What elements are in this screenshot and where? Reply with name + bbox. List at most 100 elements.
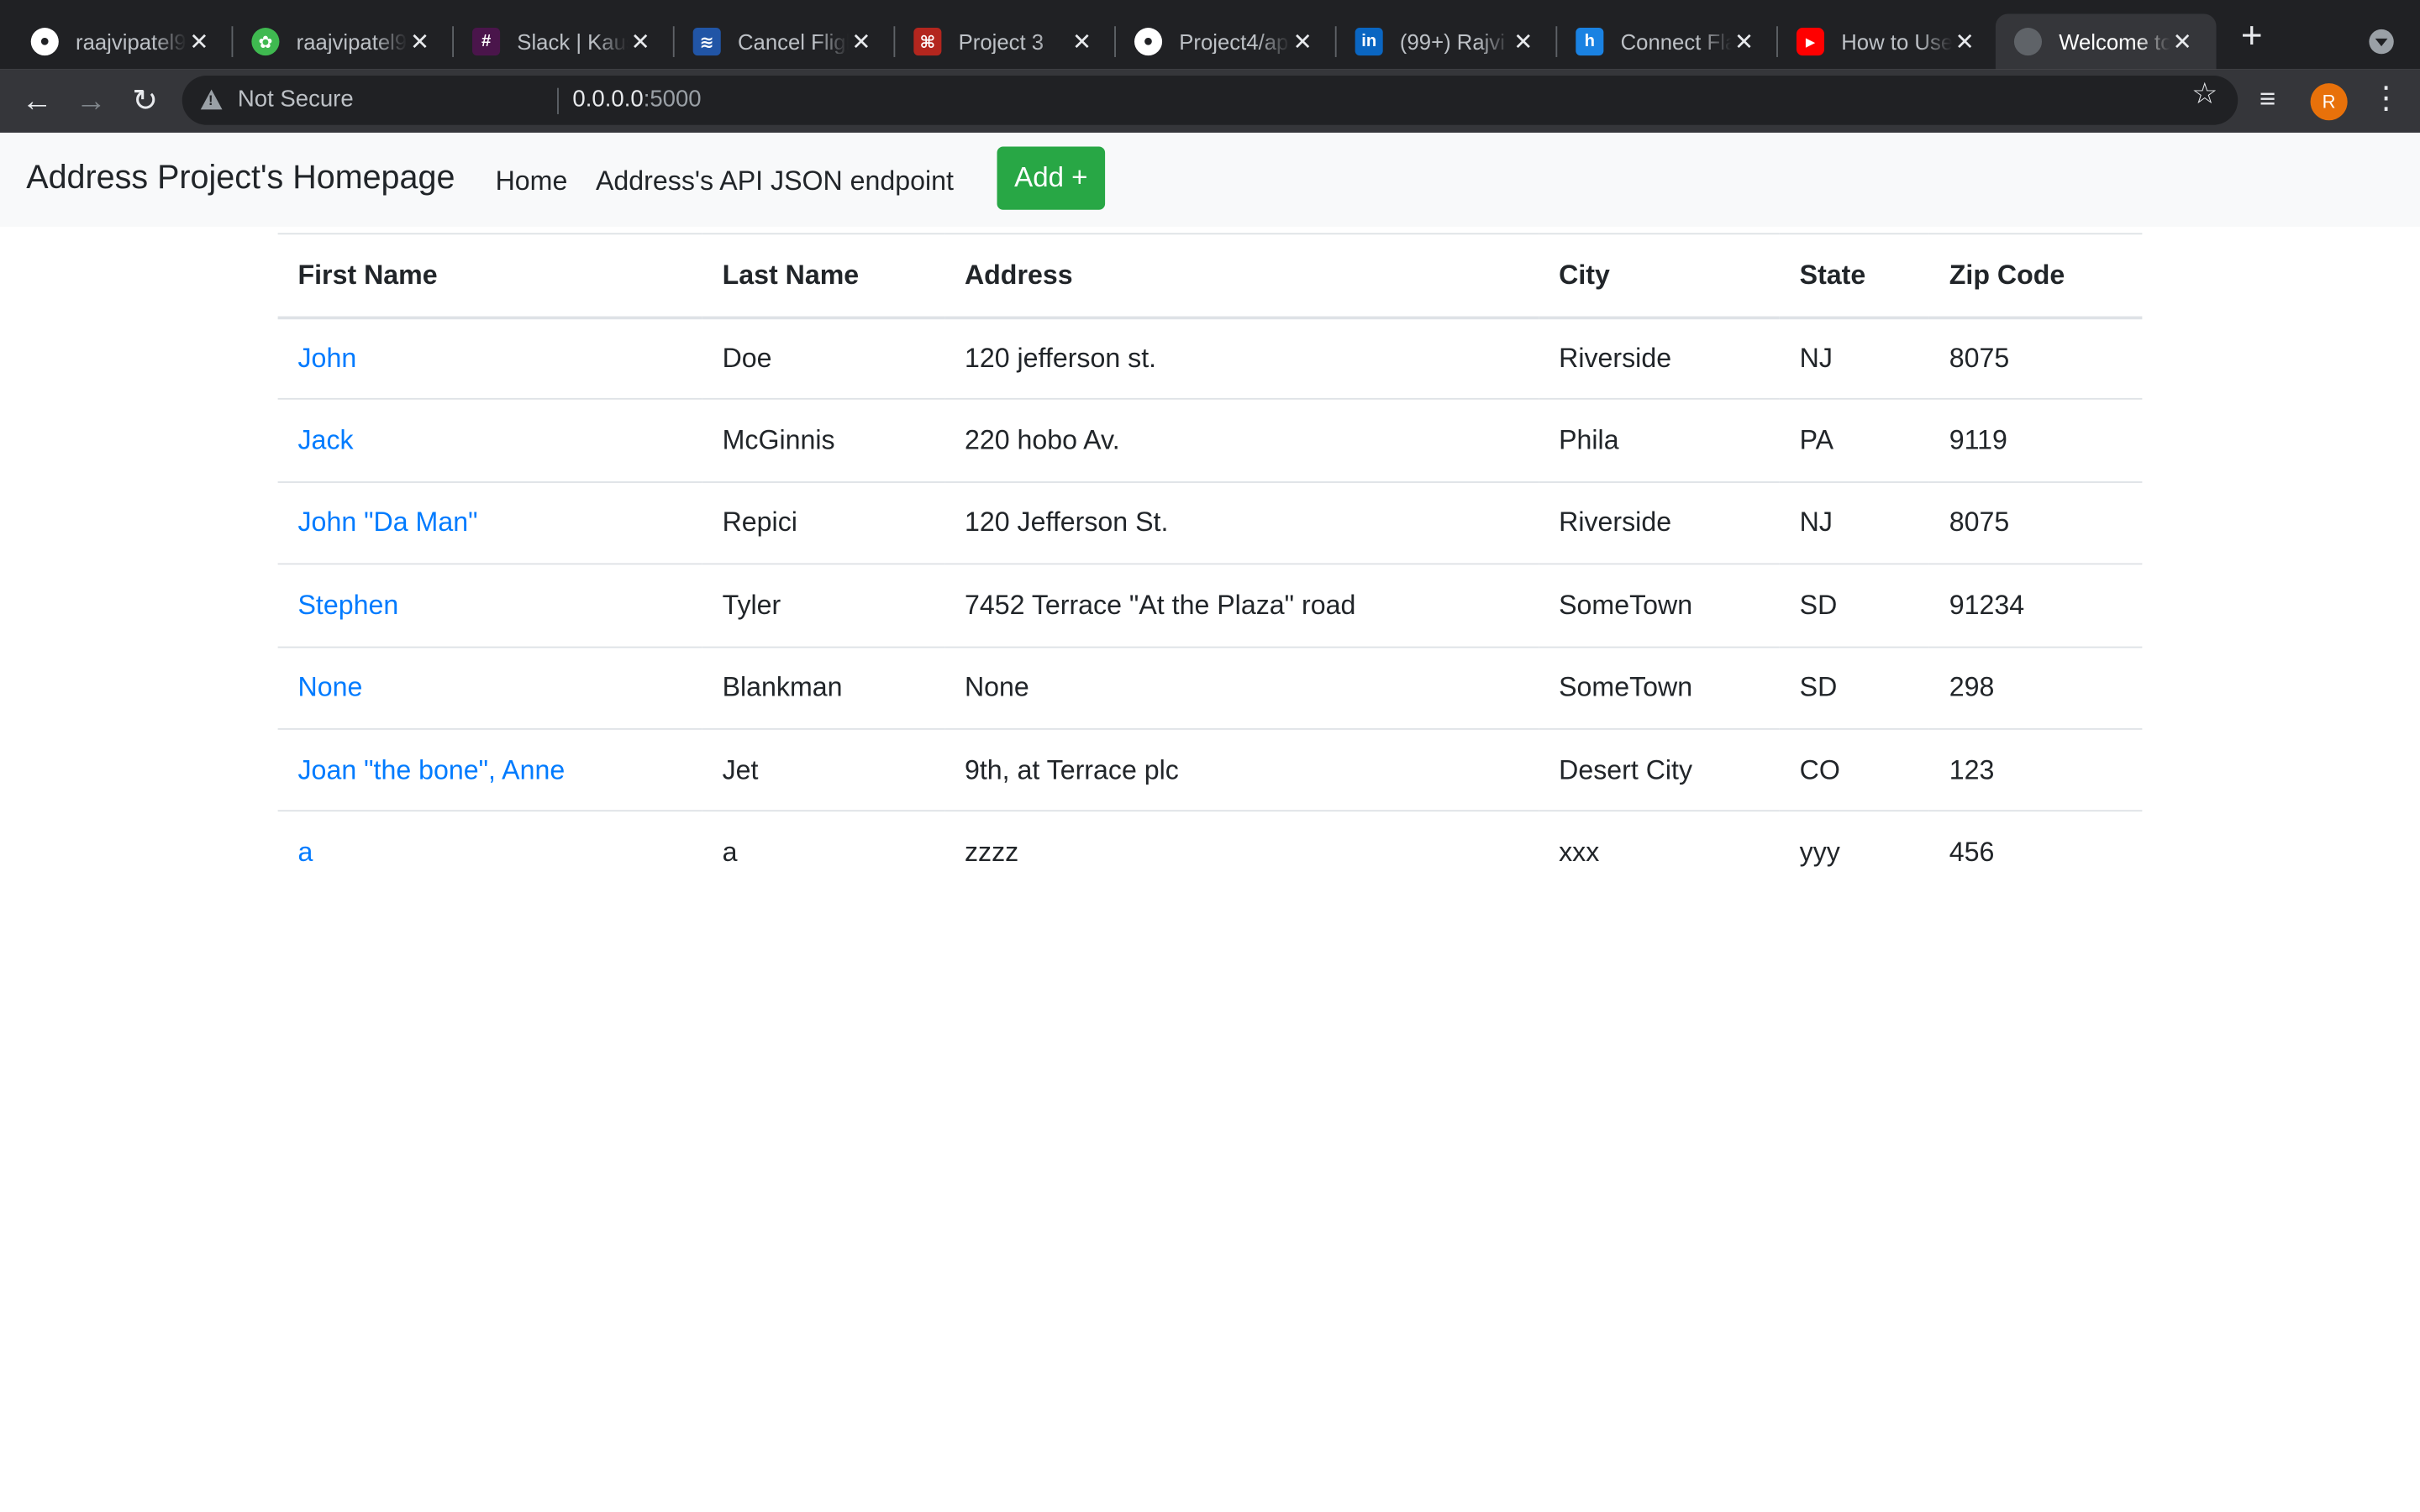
column-header: City: [1539, 233, 1780, 319]
tab-title: raajvipatel9: [296, 29, 408, 55]
browser-tab[interactable]: ● raajvipatel9 ✕: [13, 14, 234, 70]
state-cell: CO: [1779, 727, 1929, 811]
forward-arrow-icon[interactable]: →: [70, 81, 113, 123]
tab-title: Project4/ap: [1179, 29, 1289, 55]
table-header-row: First Name Last Name Address City State …: [277, 233, 2143, 319]
sourcetree-icon: ✿: [251, 28, 280, 56]
table-row: John "Da Man" Repici 120 Jefferson St. R…: [277, 480, 2143, 564]
table-row: None Blankman None SomeTown SD 298: [277, 645, 2143, 729]
url-host: 0.0.0.0: [572, 86, 644, 113]
table-row: a a zzzz xxx yyy 456: [277, 810, 2143, 894]
close-tab-icon[interactable]: ✕: [187, 28, 211, 55]
globe-icon: [2013, 28, 2042, 56]
browser-tab[interactable]: ≋ Cancel Fligh ✕: [675, 14, 896, 70]
column-header: First Name: [277, 233, 702, 319]
city-cell: Phila: [1539, 398, 1780, 482]
address-cell: None: [944, 645, 1539, 729]
slack-icon: #: [472, 28, 501, 56]
zip-code-cell: 123: [1928, 727, 2143, 811]
youtube-icon: ▶: [1796, 28, 1825, 56]
browser-tab[interactable]: ● Project4/ap ✕: [1116, 14, 1337, 70]
column-header: Last Name: [702, 233, 945, 319]
first-name-link[interactable]: Joan "the bone", Anne: [297, 754, 565, 785]
close-tab-icon[interactable]: ✕: [2170, 28, 2194, 55]
new-tab-icon[interactable]: +: [2233, 18, 2270, 55]
first-name-link[interactable]: a: [297, 837, 313, 868]
table-row: Stephen Tyler 7452 Terrace "At the Plaza…: [277, 563, 2143, 647]
first-name-link[interactable]: None: [297, 671, 362, 702]
linkedin-icon: in: [1355, 28, 1383, 56]
first-name-link[interactable]: Stephen: [297, 589, 398, 620]
first-name-cell: Stephen: [277, 563, 702, 647]
table-row: Jack McGinnis 220 hobo Av. Phila PA 9119: [277, 398, 2143, 482]
tab-title: (99+) Rajvi: [1399, 29, 1505, 55]
first-name-cell: Joan "the bone", Anne: [277, 727, 702, 811]
column-header: Zip Code: [1928, 233, 2143, 319]
browser-tab[interactable]: h Connect Fla ✕: [1557, 14, 1778, 70]
first-name-cell: None: [277, 645, 702, 729]
tab-title: raajvipatel9: [76, 29, 187, 55]
zip-code-cell: 91234: [1928, 563, 2143, 647]
close-tab-icon[interactable]: ✕: [629, 28, 653, 55]
tab-title: Welcome to: [2059, 29, 2170, 55]
city-cell: Desert City: [1539, 727, 1780, 811]
address-cell: 220 hobo Av.: [944, 398, 1539, 482]
nav-link-home[interactable]: Home: [496, 165, 568, 198]
address-cell: zzzz: [944, 810, 1539, 894]
state-cell: PA: [1779, 398, 1929, 482]
tab-title: How to Use: [1841, 29, 1953, 55]
tab-title: Project 3: [958, 29, 1044, 55]
close-tab-icon[interactable]: ✕: [1511, 28, 1535, 55]
browser-tab[interactable]: ▶ How to Use ✕: [1778, 14, 1999, 70]
last-name-cell: Blankman: [702, 645, 945, 729]
close-tab-icon[interactable]: ✕: [1732, 28, 1756, 55]
browser-tab[interactable]: ⌘ Project 3 ✕: [895, 14, 1116, 70]
reload-icon[interactable]: ↻: [124, 81, 166, 123]
address-bar-divider: [557, 87, 559, 114]
zip-code-cell: 9119: [1928, 398, 2143, 482]
heroku-icon: h: [1576, 28, 1604, 56]
address-cell: 7452 Terrace "At the Plaza" road: [944, 563, 1539, 647]
page: ● raajvipatel9 ✕ ✿ raajvipatel9 ✕ # Slac…: [0, 0, 2420, 1512]
state-cell: yyy: [1779, 810, 1929, 894]
browser-tab[interactable]: ✿ raajvipatel9 ✕: [233, 14, 454, 70]
media-control-icon[interactable]: ≡: [2260, 83, 2275, 116]
zip-code-cell: 298: [1928, 645, 2143, 729]
city-cell: SomeTown: [1539, 563, 1780, 647]
profile-avatar[interactable]: R: [2310, 83, 2348, 121]
close-tab-icon[interactable]: ✕: [1952, 28, 1976, 55]
address-table-container: First Name Last Name Address City State …: [277, 233, 2143, 894]
state-cell: SD: [1779, 563, 1929, 647]
table-row: Joan "the bone", Anne Jet 9th, at Terrac…: [277, 727, 2143, 811]
first-name-link[interactable]: John: [297, 343, 356, 374]
state-cell: NJ: [1779, 480, 1929, 564]
tab-search-icon[interactable]: [2369, 29, 2394, 55]
address-bar[interactable]: Not Secure 0.0.0.0:5000: [182, 76, 2238, 125]
browser-tab-strip: ● raajvipatel9 ✕ ✿ raajvipatel9 ✕ # Slac…: [0, 0, 2420, 70]
state-cell: SD: [1779, 645, 1929, 729]
browser-menu-icon[interactable]: ⋮: [2370, 81, 2402, 118]
city-cell: Riverside: [1539, 316, 1780, 400]
close-tab-icon[interactable]: ✕: [1291, 28, 1315, 55]
column-header: State: [1779, 233, 1929, 319]
back-arrow-icon[interactable]: ←: [15, 81, 58, 123]
city-cell: xxx: [1539, 810, 1780, 894]
bookmark-star-icon[interactable]: ☆: [2191, 77, 2217, 113]
browser-toolbar: ← → ↻ Not Secure 0.0.0.0:5000 ☆ ≡ R ⋮: [0, 69, 2420, 133]
browser-tab-active[interactable]: Welcome to ✕: [1995, 13, 2217, 70]
close-tab-icon[interactable]: ✕: [408, 28, 432, 55]
first-name-link[interactable]: John "Da Man": [297, 507, 477, 538]
close-tab-icon[interactable]: ✕: [849, 28, 873, 55]
navbar-brand[interactable]: Address Project's Homepage: [26, 159, 455, 197]
browser-tab[interactable]: # Slack | Kaus ✕: [454, 14, 675, 70]
city-cell: SomeTown: [1539, 645, 1780, 729]
add-button[interactable]: Add +: [997, 146, 1106, 210]
address-table: First Name Last Name Address City State …: [277, 233, 2143, 894]
last-name-cell: McGinnis: [702, 398, 945, 482]
nav-link-api-endpoint[interactable]: Address's API JSON endpoint: [596, 165, 954, 198]
browser-tab[interactable]: in (99+) Rajvi ✕: [1337, 14, 1558, 70]
first-name-link[interactable]: Jack: [297, 424, 353, 455]
first-name-cell: John "Da Man": [277, 480, 702, 564]
city-cell: Riverside: [1539, 480, 1780, 564]
close-tab-icon[interactable]: ✕: [1070, 28, 1094, 55]
